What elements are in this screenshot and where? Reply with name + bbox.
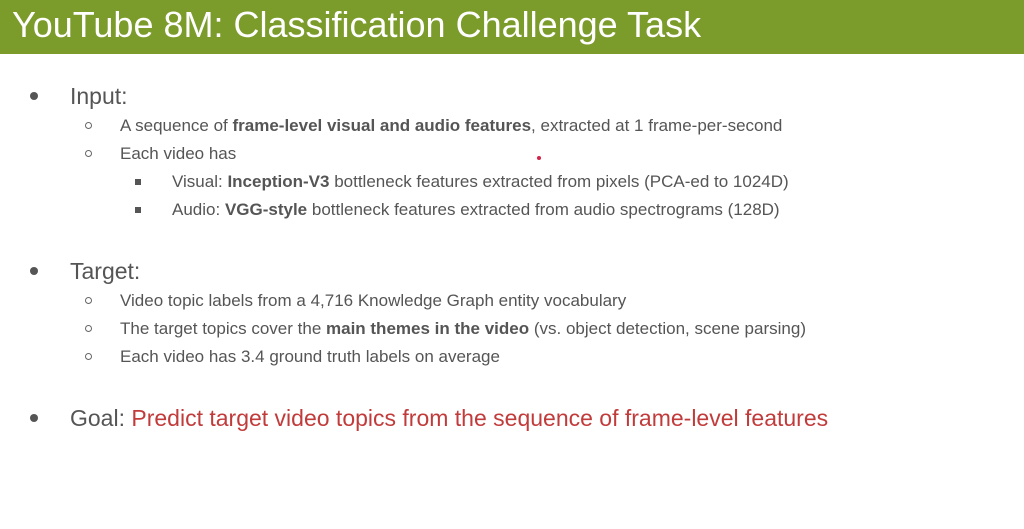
goal-statement: Predict target video topics from the seq… — [131, 405, 829, 431]
title-bar: YouTube 8M: Classification Challenge Tas… — [0, 0, 1024, 54]
target-sub2-text: The target topics cover the main themes … — [120, 319, 806, 338]
bullet-dot — [30, 92, 38, 100]
input-audio-text: Audio: VGG-style bottleneck features ext… — [172, 200, 780, 219]
bullet-dot — [30, 414, 38, 422]
hollow-bullet — [85, 297, 92, 304]
goal-text: Goal: Predict target video topics from t… — [70, 405, 829, 431]
hollow-bullet — [85, 150, 92, 157]
input-sub2-text: Each video has — [120, 144, 237, 163]
hollow-bullet — [85, 353, 92, 360]
input-sub1-text: A sequence of frame-level visual and aud… — [120, 116, 783, 135]
target-sub1-text: Video topic labels from a 4,716 Knowledg… — [120, 291, 627, 310]
slide-title: YouTube 8M: Classification Challenge Tas… — [12, 4, 702, 45]
slide: YouTube 8M: Classification Challenge Tas… — [0, 0, 1024, 529]
pointer-dot — [537, 156, 541, 160]
target-sub3-text: Each video has 3.4 ground truth labels o… — [120, 347, 500, 366]
input-visual-text: Visual: Inception-V3 bottleneck features… — [172, 172, 789, 191]
hollow-bullet — [85, 122, 92, 129]
square-bullet — [135, 179, 141, 185]
hollow-bullet — [85, 325, 92, 332]
bullet-dot — [30, 267, 38, 275]
input-heading: Input: — [70, 83, 128, 109]
target-heading: Target: — [70, 258, 141, 284]
square-bullet — [135, 207, 141, 213]
